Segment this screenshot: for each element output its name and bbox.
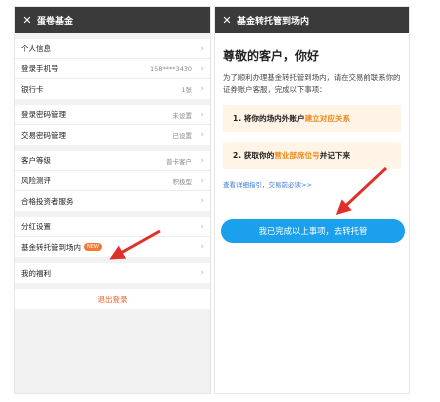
- settings-group: 个人信息 › 登录手机号 158****3430 › 银行卡 1张 ›: [15, 39, 210, 99]
- complete-transfer-button[interactable]: 我已完成以上事项，去转托管: [221, 219, 405, 243]
- settings-row-value: 积极型: [172, 177, 193, 186]
- intro-text: 为了顺利办理基金转托管到场内，请在交易前联系你的证券账户客服，完成以下事项：: [223, 73, 401, 94]
- settings-row-label: 登录手机号: [21, 64, 59, 73]
- screenshot-composite: ✕ 蛋卷基金 个人信息 › 登录手机号 158****3430 › 银行卡 1张 › 登录密码管…: [0, 0, 440, 402]
- step-text: 2. 获取你的: [233, 151, 275, 160]
- settings-group: 登录密码管理 未设置 › 交易密码管理 已设置 ›: [15, 105, 210, 145]
- settings-row[interactable]: 基金转托管到场内 NEW ›: [15, 237, 210, 257]
- settings-row[interactable]: 风险测评 积极型 ›: [15, 171, 210, 191]
- settings-row[interactable]: 我的福利 ›: [15, 263, 210, 283]
- settings-row-value: 1张: [181, 86, 192, 94]
- account-settings-screen: ✕ 蛋卷基金 个人信息 › 登录手机号 158****3430 › 银行卡 1张 › 登录密码管…: [14, 6, 211, 394]
- settings-group: 我的福利 ›: [15, 263, 210, 283]
- transfer-custody-screen: ✕ 基金转托管到场内 尊敬的客户，你好 为了顺利办理基金转托管到场内，请在交易前…: [214, 6, 410, 394]
- chevron-right-icon: ›: [200, 109, 204, 120]
- settings-row-label: 合格投资者服务: [21, 196, 74, 206]
- settings-row[interactable]: 登录密码管理 未设置 ›: [15, 105, 210, 125]
- chevron-right-icon: ›: [200, 130, 204, 140]
- close-icon[interactable]: ✕: [21, 14, 33, 27]
- chevron-right-icon: ›: [200, 268, 204, 278]
- page-title: 基金转托管到场内: [237, 16, 310, 27]
- settings-row-label: 银行卡: [21, 84, 44, 94]
- chevron-right-icon: ›: [200, 63, 204, 74]
- settings-row-value: 未设置: [172, 111, 193, 120]
- step-text-suffix: 并记下来: [319, 151, 351, 160]
- title-bar: ✕ 蛋卷基金: [15, 7, 210, 33]
- chevron-right-icon: ›: [200, 175, 204, 186]
- step-highlight: 营业部席位号: [274, 151, 320, 160]
- page-title: 蛋卷基金: [37, 16, 74, 27]
- settings-row[interactable]: 交易密码管理 已设置 ›: [15, 125, 210, 145]
- settings-row[interactable]: 银行卡 1张 ›: [15, 79, 210, 99]
- settings-row-label: 基金转托管到场内: [21, 242, 81, 252]
- settings-group: 客户等级 普卡客户 › 风险测评 积极型 › 合格投资者服务 ›: [15, 151, 210, 211]
- chevron-right-icon: ›: [200, 84, 204, 94]
- settings-row[interactable]: 合格投资者服务 ›: [15, 191, 210, 211]
- chevron-right-icon: ›: [200, 221, 204, 232]
- settings-list: 个人信息 › 登录手机号 158****3430 › 银行卡 1张 › 登录密码管理 未设置 › 交易…: [15, 39, 210, 283]
- settings-row-label: 风险测评: [21, 176, 51, 185]
- settings-row-value: 已设置: [172, 132, 193, 140]
- settings-group: 分红设置 › 基金转托管到场内 NEW ›: [15, 217, 210, 257]
- chevron-right-icon: ›: [200, 155, 204, 166]
- greeting-heading: 尊敬的客户，你好: [223, 49, 320, 63]
- settings-row[interactable]: 登录手机号 158****3430 ›: [15, 59, 210, 79]
- settings-row-label: 分红设置: [21, 222, 51, 231]
- step-highlight: 建立对应关系: [304, 114, 351, 123]
- settings-row[interactable]: 分红设置 ›: [15, 217, 210, 237]
- chevron-right-icon: ›: [200, 242, 204, 252]
- guide-link[interactable]: 查看详细指引，交易前必读>>: [223, 179, 409, 189]
- step-card-2: 2. 获取你的 营业部席位号 并记下来: [223, 142, 401, 169]
- title-bar: ✕ 基金转托管到场内: [215, 7, 409, 33]
- settings-row-label: 个人信息: [21, 44, 51, 53]
- new-badge: NEW: [84, 243, 102, 251]
- chevron-right-icon: ›: [200, 196, 204, 206]
- step-card-1: 1. 将你的场内外账户 建立对应关系: [223, 105, 401, 132]
- settings-row-label: 客户等级: [21, 156, 51, 165]
- close-icon[interactable]: ✕: [221, 14, 233, 27]
- settings-row-value: 158****3430: [150, 64, 192, 73]
- chevron-right-icon: ›: [200, 43, 204, 54]
- settings-row-label: 登录密码管理: [21, 110, 66, 119]
- logout-button[interactable]: 退出登录: [15, 289, 210, 309]
- settings-row-label: 交易密码管理: [21, 130, 66, 140]
- settings-row[interactable]: 客户等级 普卡客户 ›: [15, 151, 210, 171]
- step-text: 1. 将你的场内外账户: [233, 114, 305, 123]
- settings-row[interactable]: 个人信息 ›: [15, 39, 210, 59]
- settings-row-value: 普卡客户: [166, 157, 192, 166]
- settings-row-label: 我的福利: [21, 268, 51, 278]
